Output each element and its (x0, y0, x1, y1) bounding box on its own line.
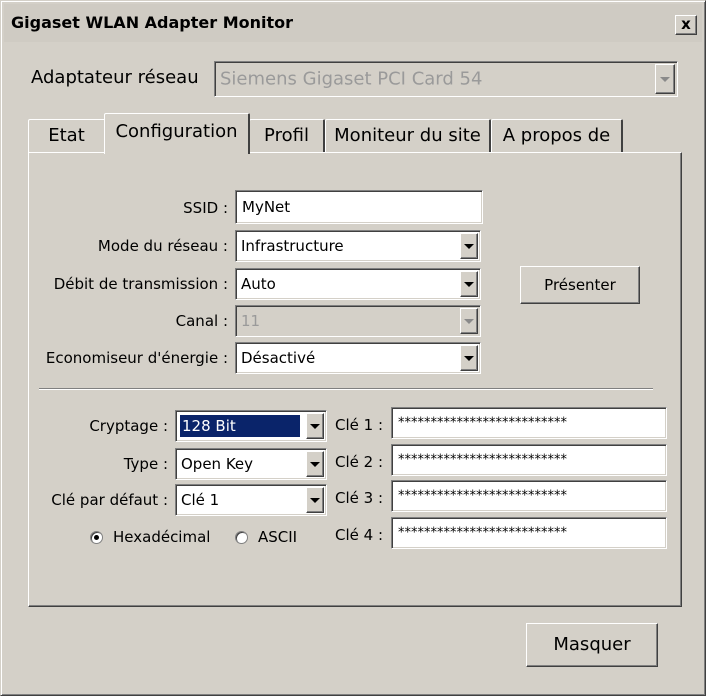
adapter-label: Adaptateur réseau (31, 67, 199, 88)
power-saving-value: Désactivé (241, 349, 316, 367)
tab-a-propos-de[interactable]: A propos de (491, 119, 623, 153)
key-type-select[interactable]: Open Key (175, 448, 327, 480)
chevron-down-icon[interactable] (460, 345, 478, 371)
key-2-value: ************************** (398, 452, 567, 468)
ssid-label: SSID : (183, 199, 228, 217)
key-4-input[interactable]: ************************** (391, 517, 667, 549)
close-button[interactable]: x (675, 15, 697, 35)
adapter-select[interactable]: Siemens Gigaset PCI Card 54 (214, 61, 678, 97)
tab-label: Configuration (115, 121, 238, 142)
hide-button[interactable]: Masquer (526, 623, 658, 667)
close-icon: x (681, 15, 691, 33)
hex-radio[interactable] (90, 531, 103, 544)
key-1-input[interactable]: ************************** (391, 407, 667, 439)
key-1-label: Clé 1 : (335, 416, 384, 434)
key-4-label: Clé 4 : (335, 526, 384, 544)
chevron-down-icon[interactable] (460, 271, 478, 297)
ssid-input-value: MyNet (242, 198, 291, 216)
app-window: Gigaset WLAN Adapter Monitor x Adaptateu… (0, 0, 706, 696)
ascii-radio-label: ASCII (258, 528, 298, 546)
encryption-value: 128 Bit (180, 415, 300, 437)
key-3-input[interactable]: ************************** (391, 480, 667, 512)
chevron-down-icon[interactable] (306, 451, 324, 477)
key-type-value: Open Key (181, 455, 254, 473)
key-3-label: Clé 3 : (335, 489, 384, 507)
tab-moniteur-du-site[interactable]: Moniteur du site (325, 119, 491, 153)
chevron-down-icon[interactable] (306, 413, 324, 439)
network-mode-value: Infrastructure (241, 237, 344, 255)
key-1-value: ************************** (398, 415, 567, 431)
hide-button-label: Masquer (553, 634, 631, 655)
adapter-select-value: Siemens Gigaset PCI Card 54 (220, 68, 483, 90)
chevron-down-icon[interactable] (655, 64, 675, 94)
ascii-radio[interactable] (235, 531, 248, 544)
present-button-label: Présenter (544, 276, 616, 294)
channel-select[interactable]: 11 (235, 305, 481, 337)
power-saving-select[interactable]: Désactivé (235, 342, 481, 374)
tab-label: Etat (48, 125, 85, 146)
key-3-value: ************************** (398, 488, 567, 504)
tab-configuration[interactable]: Configuration (104, 113, 250, 154)
default-key-label: Clé par défaut : (51, 491, 168, 509)
transmission-rate-value: Auto (241, 275, 276, 293)
tab-label: Profil (264, 125, 309, 146)
key-4-value: ************************** (398, 525, 567, 541)
title-bar[interactable]: Gigaset WLAN Adapter Monitor x (4, 4, 702, 42)
window-title: Gigaset WLAN Adapter Monitor (11, 13, 294, 32)
transmission-rate-select[interactable]: Auto (235, 268, 481, 300)
key-2-label: Clé 2 : (335, 453, 384, 471)
network-mode-select[interactable]: Infrastructure (235, 230, 481, 262)
encryption-select[interactable]: 128 Bit (175, 410, 327, 442)
section-divider (39, 388, 653, 390)
present-button[interactable]: Présenter (520, 266, 640, 304)
encryption-label: Cryptage : (89, 417, 168, 435)
tab-etat[interactable]: Etat (28, 119, 106, 153)
tab-label: Moniteur du site (334, 125, 481, 146)
tab-profil[interactable]: Profil (249, 119, 325, 153)
tab-label: A propos de (502, 125, 611, 146)
key-2-input[interactable]: ************************** (391, 444, 667, 476)
power-saving-label: Economiseur d'énergie : (45, 349, 228, 367)
ssid-input[interactable]: MyNet (235, 190, 483, 224)
channel-label: Canal : (175, 312, 228, 330)
key-type-label: Type : (123, 455, 168, 473)
chevron-down-icon[interactable] (460, 233, 478, 259)
channel-value: 11 (241, 312, 261, 330)
hex-radio-label: Hexadécimal (113, 528, 211, 546)
default-key-select[interactable]: Clé 1 (175, 484, 327, 516)
default-key-value: Clé 1 (181, 491, 220, 509)
chevron-down-icon[interactable] (306, 487, 324, 513)
network-mode-label: Mode du réseau : (97, 237, 228, 255)
transmission-rate-label: Débit de transmission : (53, 275, 228, 293)
chevron-down-icon[interactable] (460, 308, 478, 334)
